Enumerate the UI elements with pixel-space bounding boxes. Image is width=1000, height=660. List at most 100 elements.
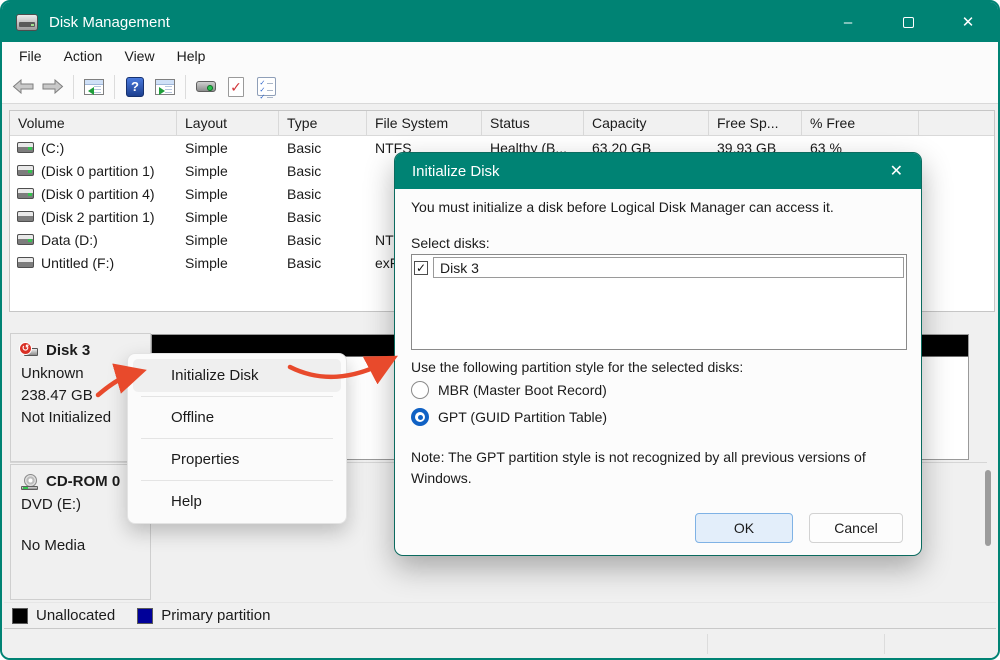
forward-button[interactable] [38, 74, 68, 100]
column-header-pct-free[interactable]: % Free [802, 111, 919, 136]
menu-help[interactable]: Help [166, 45, 217, 67]
cell-type: Basic [279, 163, 367, 179]
column-header-type[interactable]: Type [279, 111, 367, 136]
check-document-button[interactable]: ✓ [221, 74, 251, 100]
hdd-icon [17, 257, 34, 268]
show-console-tree-button[interactable] [79, 74, 109, 100]
cell-layout: Simple [177, 255, 279, 271]
forward-icon [42, 79, 64, 94]
maximize-icon [903, 17, 914, 28]
cancel-button[interactable]: Cancel [809, 513, 903, 543]
disk-management-window: Disk Management – ✕ File Action View Hel… [0, 0, 1000, 660]
context-menu-item-offline[interactable]: Offline [133, 401, 341, 434]
disk-context-menu: Initialize Disk Offline Properties Help [127, 353, 347, 524]
volume-label: (C:) [41, 140, 64, 156]
volume-label: (Disk 0 partition 1) [41, 163, 155, 179]
checklist-icon: ✓ ✓ ✓ [257, 77, 276, 96]
window-title: Disk Management [49, 14, 170, 31]
show-action-pane-icon [155, 79, 175, 95]
dialog-close-button[interactable]: ✕ [890, 161, 903, 181]
cell-type: Basic [279, 255, 367, 271]
cell-layout: Simple [177, 232, 279, 248]
minimize-button[interactable]: – [818, 2, 878, 42]
vertical-scrollbar-thumb[interactable] [985, 470, 991, 546]
unallocated-swatch [12, 608, 28, 624]
cdrom-media: No Media [21, 537, 142, 554]
gpt-note-line2: Windows. [411, 470, 472, 486]
disk-error-icon: ↺ [21, 344, 39, 358]
gpt-radio-row[interactable]: GPT (GUID Partition Table) [411, 408, 607, 426]
hdd-icon [17, 234, 34, 245]
close-button[interactable]: ✕ [938, 2, 998, 42]
legend-primary-label: Primary partition [161, 607, 270, 624]
dialog-title-bar: Initialize Disk ✕ [395, 153, 921, 189]
hdd-icon [17, 211, 34, 222]
column-header-status[interactable]: Status [482, 111, 584, 136]
column-header-filler [919, 111, 994, 136]
disk3-checkbox[interactable]: ✓ [414, 261, 428, 275]
disk-scan-icon [196, 81, 216, 92]
back-button[interactable] [8, 74, 38, 100]
legend-unallocated-label: Unallocated [36, 607, 115, 624]
cdrom-drive: DVD (E:) [21, 496, 142, 513]
hdd-icon [17, 188, 34, 199]
maximize-button[interactable] [878, 2, 938, 42]
context-menu-item-help[interactable]: Help [133, 485, 341, 518]
volume-label: (Disk 2 partition 1) [41, 209, 155, 225]
cell-type: Basic [279, 232, 367, 248]
cell-layout: Simple [177, 163, 279, 179]
hdd-icon [17, 142, 34, 153]
disk3-status: Not Initialized [21, 409, 142, 426]
dialog-message: You must initialize a disk before Logica… [411, 199, 834, 215]
disk-management-app-icon [16, 14, 38, 31]
context-menu-item-initialize-disk[interactable]: Initialize Disk [133, 359, 341, 392]
column-header-free-space[interactable]: Free Sp... [709, 111, 802, 136]
gpt-label: GPT (GUID Partition Table) [438, 409, 607, 425]
mbr-radio-row[interactable]: MBR (Master Boot Record) [411, 381, 607, 399]
toolbar-separator [185, 75, 186, 99]
hdd-icon [17, 165, 34, 176]
disk3-type: Unknown [21, 365, 142, 382]
disk-listbox: ✓ Disk 3 [411, 254, 907, 350]
status-divider [707, 634, 708, 654]
cell-layout: Simple [177, 186, 279, 202]
help-button[interactable]: ? [120, 74, 150, 100]
checklist-button[interactable]: ✓ ✓ ✓ [251, 74, 281, 100]
volume-list-header: Volume Layout Type File System Status Ca… [10, 111, 994, 136]
mbr-radio-button[interactable] [411, 381, 429, 399]
partition-style-label: Use the following partition style for th… [411, 359, 743, 375]
cell-type: Basic [279, 209, 367, 225]
volume-label: (Disk 0 partition 4) [41, 186, 155, 202]
menu-file[interactable]: File [8, 45, 53, 67]
show-action-pane-button[interactable] [150, 74, 180, 100]
gpt-note-line1: Note: The GPT partition style is not rec… [411, 449, 866, 465]
check-document-icon: ✓ [228, 77, 244, 97]
menu-separator [141, 438, 333, 439]
column-header-capacity[interactable]: Capacity [584, 111, 709, 136]
dialog-title: Initialize Disk [412, 163, 500, 180]
column-header-layout[interactable]: Layout [177, 111, 279, 136]
disk3-size: 238.47 GB [21, 387, 142, 404]
volume-label: Data (D:) [41, 232, 98, 248]
cdrom-icon [21, 474, 39, 490]
column-header-file-system[interactable]: File System [367, 111, 482, 136]
gpt-radio-button[interactable] [411, 408, 429, 426]
menu-view[interactable]: View [113, 45, 165, 67]
rescan-disks-button[interactable] [191, 74, 221, 100]
menu-action[interactable]: Action [53, 45, 114, 67]
disk3-item-label: Disk 3 [433, 257, 904, 278]
mbr-label: MBR (Master Boot Record) [438, 382, 607, 398]
ok-button[interactable]: OK [695, 513, 793, 543]
column-header-volume[interactable]: Volume [10, 111, 177, 136]
initialize-disk-dialog: Initialize Disk ✕ You must initialize a … [394, 152, 922, 556]
volume-label: Untitled (F:) [41, 255, 114, 271]
cell-layout: Simple [177, 140, 279, 156]
menu-bar: File Action View Help [2, 42, 998, 70]
disk-list-item[interactable]: ✓ Disk 3 [414, 257, 904, 278]
context-menu-item-properties[interactable]: Properties [133, 443, 341, 476]
status-bar [2, 630, 998, 658]
toolbar-separator [73, 75, 74, 99]
toolbar-separator [114, 75, 115, 99]
show-console-tree-icon [84, 79, 104, 95]
title-bar: Disk Management – ✕ [2, 2, 998, 42]
